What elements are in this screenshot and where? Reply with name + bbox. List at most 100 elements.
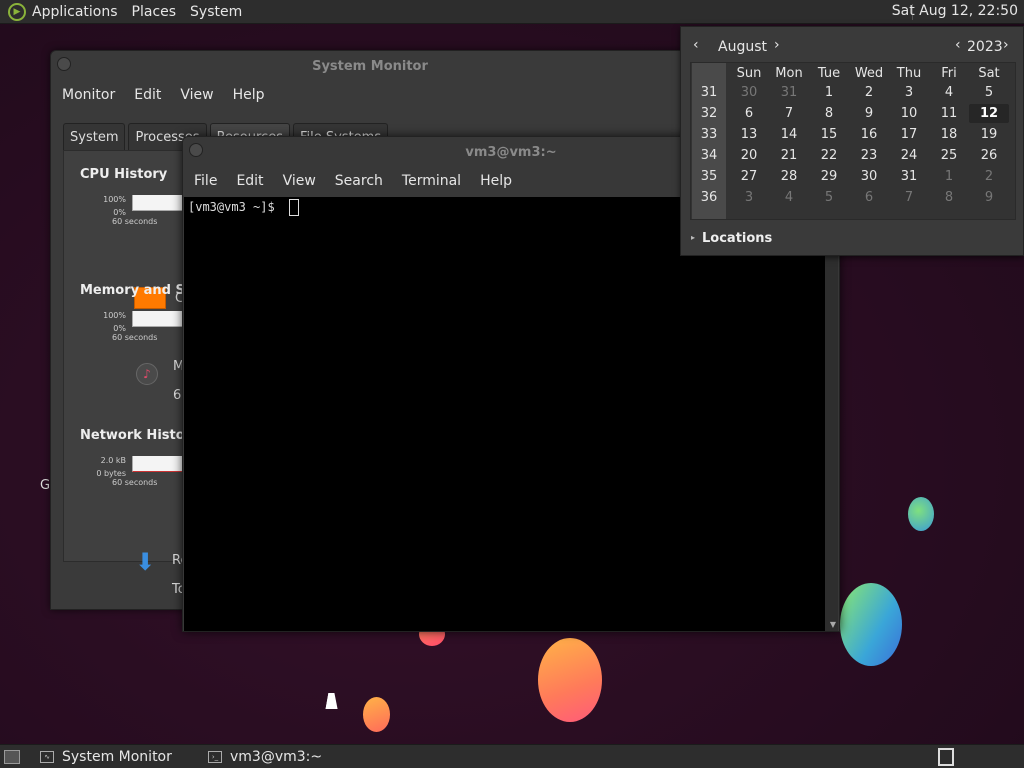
prev-month-icon[interactable]: ‹ [693,37,699,53]
calendar-day[interactable]: 31 [769,83,809,102]
calendar-day[interactable]: 19 [969,125,1009,144]
show-desktop-icon[interactable] [4,750,20,764]
calendar-day[interactable]: 17 [889,125,929,144]
calendar-day[interactable]: 26 [969,146,1009,165]
calendar-day[interactable]: 27 [729,167,769,186]
calendar-day[interactable]: 4 [929,83,969,102]
terminal-scrollbar[interactable]: ▼ [825,197,838,631]
menu-search[interactable]: Search [335,173,383,195]
calendar-day[interactable]: 30 [729,83,769,102]
network-axis-span: 60 seconds [112,478,158,487]
calendar-day[interactable]: 9 [969,188,1009,207]
calendar-day[interactable]: 7 [889,188,929,207]
network-graph [132,456,184,472]
expander-arrow-icon[interactable]: ▸ [691,233,695,242]
cpu-axis-span: 60 seconds [112,217,158,226]
menu-places[interactable]: Places [132,4,177,20]
terminal-icon: ›_ [208,751,222,763]
calendar-day[interactable]: 31 [889,167,929,186]
calendar-day[interactable]: 13 [729,125,769,144]
distro-logo-icon[interactable]: ▶ [8,2,26,21]
week-number: 33 [700,127,718,142]
system-monitor-icon: ∿ [40,751,54,763]
weekday-header: Fri [941,66,957,81]
calendar-day[interactable]: 11 [929,104,969,123]
cpu-history-title: CPU History [80,167,168,182]
calendar-day[interactable]: 23 [849,146,889,165]
menu-terminal[interactable]: Terminal [402,173,461,195]
menu-system[interactable]: System [190,4,242,20]
calendar-day[interactable]: 6 [849,188,889,207]
menu-monitor[interactable]: Monitor [62,87,115,109]
clock[interactable]: Sat Aug 12, 22:50 [892,3,1018,19]
calendar-day[interactable]: 10 [889,104,929,123]
weekday-header: Sat [978,66,1000,81]
taskbar-item-terminal[interactable]: ›_ vm3@vm3:~ [208,745,322,768]
calendar-day[interactable]: 25 [929,146,969,165]
calendar-day[interactable]: 1 [809,83,849,102]
weekday-header: Sun [736,66,762,81]
menu-help[interactable]: Help [233,87,265,109]
next-month-icon[interactable]: › [774,37,780,53]
calendar-day[interactable]: 9 [849,104,889,123]
week-number: 34 [700,148,718,163]
calendar-day[interactable]: 24 [889,146,929,165]
menu-view[interactable]: View [180,87,213,109]
calendar-day[interactable]: 28 [769,167,809,186]
weekday-header: Tue [817,66,841,81]
locations-expander[interactable]: Locations [702,231,772,246]
calendar-day[interactable]: 22 [809,146,849,165]
network-axis-bottom: 0 bytes [96,469,126,478]
cpu-axis-top: 100% [103,195,126,204]
desktop-bubble [840,583,902,666]
calendar-day[interactable]: 21 [769,146,809,165]
menu-applications[interactable]: Applications [32,4,118,20]
calendar-day[interactable]: 3 [889,83,929,102]
calendar-day[interactable]: 8 [929,188,969,207]
calendar-day[interactable]: 1 [929,167,969,186]
calendar-day[interactable]: 30 [849,167,889,186]
menu-edit[interactable]: Edit [236,173,263,195]
calendar-year: 2023 [967,39,1003,55]
taskbar-item-system-monitor[interactable]: ∿ System Monitor [40,745,172,768]
top-panel: ▶ Applications Places System Sat Aug 12,… [0,0,1024,24]
calendar-day[interactable]: 3 [729,188,769,207]
calendar-day[interactable]: 6 [729,104,769,123]
week-number: 31 [700,85,718,100]
desktop-bubble [538,638,602,722]
calendar-day[interactable]: 7 [769,104,809,123]
shell-prompt: [vm3@vm3 ~]$ [188,200,275,214]
prev-year-icon[interactable]: ‹ [955,37,961,53]
desktop-bubble [908,497,934,531]
tab-system[interactable]: System [63,123,126,151]
calendar-day-today[interactable]: 12 [969,104,1009,123]
menu-help[interactable]: Help [480,173,512,195]
calendar-day[interactable]: 15 [809,125,849,144]
scroll-down-icon[interactable]: ▼ [830,620,836,629]
calendar-day[interactable]: 20 [729,146,769,165]
workspace-switcher-icon[interactable] [938,748,954,766]
memory-graph [132,311,184,327]
calendar-day[interactable]: 29 [809,167,849,186]
cpu-axis-bottom: 0% [113,208,126,217]
menu-edit[interactable]: Edit [134,87,161,109]
menu-file[interactable]: File [194,173,217,195]
calendar-day[interactable]: 2 [969,167,1009,186]
calendar-day[interactable]: 5 [969,83,1009,102]
calendar-day[interactable]: 14 [769,125,809,144]
menubar: File Edit View Search Terminal Help [183,173,520,195]
bottom-taskbar: ∿ System Monitor ›_ vm3@vm3:~ [0,744,1024,768]
menu-view[interactable]: View [283,173,316,195]
calendar-day[interactable]: 18 [929,125,969,144]
next-year-icon[interactable]: › [1003,37,1009,53]
calendar-day[interactable]: 4 [769,188,809,207]
memory-pie-icon: ♪ [136,363,158,385]
calendar-day[interactable]: 16 [849,125,889,144]
weekday-header: Thu [896,66,922,81]
calendar-day[interactable]: 5 [809,188,849,207]
calendar-month: August [718,39,767,55]
calendar-day[interactable]: 2 [849,83,889,102]
text-cursor [289,199,299,216]
terminal-screen[interactable]: [vm3@vm3 ~]$ [184,197,825,631]
calendar-day[interactable]: 8 [809,104,849,123]
